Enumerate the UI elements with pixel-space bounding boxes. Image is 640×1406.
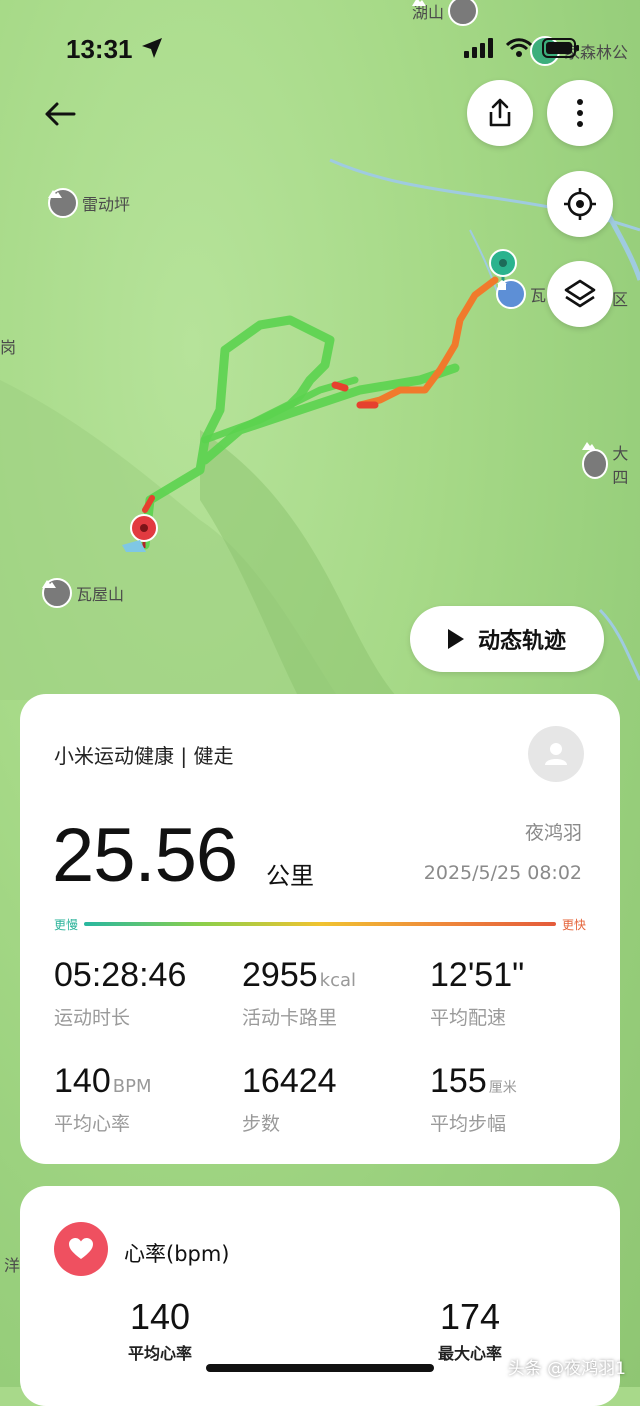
avatar[interactable] <box>528 726 584 782</box>
status-bar: 13:31 <box>0 30 640 70</box>
pace-fast-label: 更快 <box>561 918 586 932</box>
share-button[interactable] <box>467 80 533 146</box>
distance-unit: 公里 <box>266 862 314 890</box>
locate-button[interactable] <box>547 171 613 237</box>
layers-button[interactable] <box>547 261 613 327</box>
pace-legend: 更慢 更快 <box>54 916 586 934</box>
stat-heart-rate: 140 BPM 平均心率 <box>54 1062 152 1135</box>
workout-datetime: 2025/5/25 08:02 <box>423 862 582 884</box>
poi-label: 洋 <box>4 1256 21 1275</box>
crosshair-icon <box>564 188 596 220</box>
workout-summary-card: 小米运动健康 | 健走 25.56 公里 夜鸿羽 2025/5/25 08:02… <box>20 694 620 1164</box>
replay-track-button[interactable]: 动态轨迹 <box>410 606 604 672</box>
stat-pace: 12'51" 平均配速 <box>430 956 525 1029</box>
pace-gradient-bar <box>84 922 556 926</box>
poi-label[interactable]: 瓦 <box>496 279 546 309</box>
status-time: 13:31 <box>66 34 133 64</box>
distance-value: 25.56 <box>52 813 238 898</box>
location-arrow-icon <box>140 36 164 64</box>
heart-icon <box>54 1222 108 1276</box>
poi-label: 区 <box>612 290 629 309</box>
poi-label: 岗 <box>0 338 17 357</box>
scenic-icon <box>496 279 526 309</box>
wifi-icon <box>505 38 533 62</box>
mountain-icon <box>48 188 78 218</box>
max-heart-rate: 174 最大心率 <box>438 1296 503 1363</box>
user-name: 夜鸿羽 <box>524 822 582 844</box>
play-icon <box>447 629 464 649</box>
home-indicator[interactable] <box>206 1364 434 1372</box>
user-icon <box>545 743 567 765</box>
signal-icon <box>464 38 496 62</box>
pace-slow-label: 更慢 <box>54 918 79 932</box>
poi-label[interactable]: 雷动坪 <box>48 188 130 218</box>
poi-label[interactable]: 瓦屋山 <box>42 578 124 608</box>
share-icon <box>489 98 511 127</box>
back-button[interactable] <box>42 96 78 132</box>
mountain-icon <box>412 0 479 26</box>
mountain-icon <box>42 578 72 608</box>
more-vertical-icon <box>577 99 583 127</box>
watermark: 头条 @夜鸿羽1 <box>507 1359 626 1379</box>
avg-heart-rate: 140 平均心率 <box>128 1296 193 1363</box>
poi-label[interactable]: 大四 <box>582 440 640 488</box>
poi-label[interactable]: 湖山 <box>412 0 479 26</box>
stat-stride: 155 厘米 平均步幅 <box>430 1062 517 1135</box>
mountain-icon <box>582 442 609 479</box>
arrow-left-icon <box>45 102 76 126</box>
more-button[interactable] <box>547 80 613 146</box>
app-title: 小米运动健康 | 健走 <box>54 744 234 768</box>
heart-rate-title: 心率(bpm) <box>124 1242 230 1266</box>
battery-icon <box>542 38 580 62</box>
stat-calories: 2955 kcal 活动卡路里 <box>242 956 356 1029</box>
stat-duration: 05:28:46 运动时长 <box>54 956 187 1029</box>
layers-icon <box>564 279 596 308</box>
stat-steps: 16424 步数 <box>242 1062 337 1135</box>
